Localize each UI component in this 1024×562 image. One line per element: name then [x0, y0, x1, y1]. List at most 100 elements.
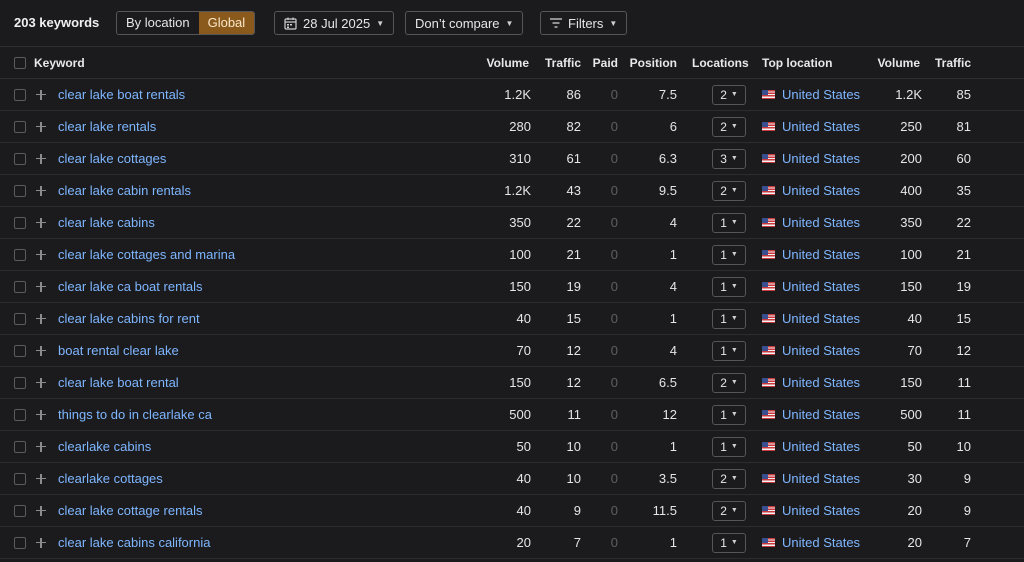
add-keyword-plus-icon[interactable]: [36, 111, 46, 142]
col-top-volume[interactable]: Volume: [862, 47, 920, 78]
locations-dropdown[interactable]: 1 ▼: [712, 335, 746, 366]
by-location-option[interactable]: By location: [117, 12, 199, 34]
locations-dropdown[interactable]: 1 ▼: [712, 431, 746, 462]
calendar-icon: [284, 17, 297, 30]
locations-dropdown[interactable]: 2 ▼: [712, 463, 746, 494]
keyword-link[interactable]: clear lake rentals: [58, 111, 156, 142]
filters-button[interactable]: Filters ▼: [540, 11, 628, 35]
col-volume[interactable]: Volume: [470, 47, 529, 78]
country-link[interactable]: United States: [782, 215, 860, 230]
row-checkbox[interactable]: [14, 367, 26, 398]
keyword-link[interactable]: clear lake cottage rentals: [58, 495, 203, 526]
global-option[interactable]: Global: [198, 12, 255, 34]
locations-dropdown[interactable]: 1 ▼: [712, 271, 746, 302]
keyword-link[interactable]: clear lake cabins for rent: [58, 303, 200, 334]
date-picker-button[interactable]: 28 Jul 2025 ▼: [274, 11, 395, 35]
locations-dropdown[interactable]: 1 ▼: [712, 239, 746, 270]
table-row: clear lake cottages and marina 100 21 0 …: [0, 239, 1024, 271]
row-checkbox[interactable]: [14, 111, 26, 142]
country-link[interactable]: United States: [782, 471, 860, 486]
keyword-link[interactable]: clear lake cabin rentals: [58, 175, 191, 206]
row-checkbox[interactable]: [14, 175, 26, 206]
col-locations[interactable]: Locations: [692, 47, 749, 78]
row-checkbox[interactable]: [14, 463, 26, 494]
add-keyword-plus-icon[interactable]: [36, 463, 46, 494]
row-checkbox[interactable]: [14, 431, 26, 462]
add-keyword-plus-icon[interactable]: [36, 207, 46, 238]
keyword-link[interactable]: clear lake cabins: [58, 207, 155, 238]
row-checkbox[interactable]: [14, 399, 26, 430]
filter-icon: [550, 18, 562, 28]
add-keyword-plus-icon[interactable]: [36, 431, 46, 462]
country-link[interactable]: United States: [782, 279, 860, 294]
top-volume-value: 250: [900, 119, 922, 134]
add-keyword-plus-icon[interactable]: [36, 303, 46, 334]
locations-dropdown[interactable]: 2 ▼: [712, 495, 746, 526]
add-keyword-plus-icon[interactable]: [36, 239, 46, 270]
locations-dropdown[interactable]: 2 ▼: [712, 79, 746, 110]
country-link[interactable]: United States: [782, 535, 860, 550]
country-link[interactable]: United States: [782, 247, 860, 262]
locations-dropdown[interactable]: 2 ▼: [712, 367, 746, 398]
locations-dropdown[interactable]: 1 ▼: [712, 399, 746, 430]
keyword-link[interactable]: clear lake ca boat rentals: [58, 271, 203, 302]
country-link[interactable]: United States: [782, 151, 860, 166]
country-link[interactable]: United States: [782, 375, 860, 390]
row-checkbox[interactable]: [14, 303, 26, 334]
locations-dropdown[interactable]: 3 ▼: [712, 143, 746, 174]
locations-count: 1: [720, 439, 727, 454]
locations-dropdown[interactable]: 1 ▼: [712, 303, 746, 334]
position-value: 9.5: [658, 183, 677, 198]
col-top-location[interactable]: Top location: [762, 47, 832, 78]
position-value: 4: [669, 279, 677, 294]
country-link[interactable]: United States: [782, 439, 860, 454]
compare-dropdown[interactable]: Don’t compare ▼: [405, 11, 524, 35]
add-keyword-plus-icon[interactable]: [36, 271, 46, 302]
col-traffic[interactable]: Traffic: [535, 47, 581, 78]
keyword-link[interactable]: clear lake cottages: [58, 143, 166, 174]
locations-dropdown[interactable]: 1 ▼: [712, 207, 746, 238]
table-row: clear lake ca boat rentals 150 19 0 4 1 ▼…: [0, 271, 1024, 303]
row-checkbox[interactable]: [14, 79, 26, 110]
locations-dropdown[interactable]: 2 ▼: [712, 111, 746, 142]
keyword-link[interactable]: clear lake boat rental: [58, 367, 179, 398]
add-keyword-plus-icon[interactable]: [36, 175, 46, 206]
add-keyword-plus-icon[interactable]: [36, 143, 46, 174]
keyword-link[interactable]: clear lake cottages and marina: [58, 239, 235, 270]
row-checkbox[interactable]: [14, 495, 26, 526]
top-volume-value: 30: [907, 471, 922, 486]
country-link[interactable]: United States: [782, 407, 860, 422]
col-paid[interactable]: Paid: [586, 47, 618, 78]
add-keyword-plus-icon[interactable]: [36, 79, 46, 110]
country-link[interactable]: United States: [782, 119, 860, 134]
country-link[interactable]: United States: [782, 343, 860, 358]
add-keyword-plus-icon[interactable]: [36, 527, 46, 558]
add-keyword-plus-icon[interactable]: [36, 367, 46, 398]
add-keyword-plus-icon[interactable]: [36, 495, 46, 526]
add-keyword-plus-icon[interactable]: [36, 335, 46, 366]
col-top-traffic[interactable]: Traffic: [925, 47, 971, 78]
country-link[interactable]: United States: [782, 183, 860, 198]
country-link[interactable]: United States: [782, 87, 860, 102]
locations-dropdown[interactable]: 1 ▼: [712, 527, 746, 558]
locations-dropdown[interactable]: 2 ▼: [712, 175, 746, 206]
country-link[interactable]: United States: [782, 311, 860, 326]
col-position[interactable]: Position: [622, 47, 677, 78]
keyword-link[interactable]: boat rental clear lake: [58, 335, 179, 366]
keyword-link[interactable]: clearlake cottages: [58, 463, 163, 494]
row-checkbox[interactable]: [14, 271, 26, 302]
keyword-link[interactable]: things to do in clearlake ca: [58, 399, 212, 430]
keyword-link[interactable]: clearlake cabins: [58, 431, 151, 462]
row-checkbox[interactable]: [14, 239, 26, 270]
keyword-link[interactable]: clear lake boat rentals: [58, 79, 185, 110]
col-keyword[interactable]: Keyword: [34, 47, 85, 78]
country-link[interactable]: United States: [782, 503, 860, 518]
row-checkbox[interactable]: [14, 527, 26, 558]
select-all-checkbox[interactable]: [14, 47, 26, 78]
keyword-link[interactable]: clear lake cabins california: [58, 527, 210, 558]
add-keyword-plus-icon[interactable]: [36, 399, 46, 430]
top-volume-value: 50: [907, 439, 922, 454]
row-checkbox[interactable]: [14, 335, 26, 366]
row-checkbox[interactable]: [14, 143, 26, 174]
row-checkbox[interactable]: [14, 207, 26, 238]
